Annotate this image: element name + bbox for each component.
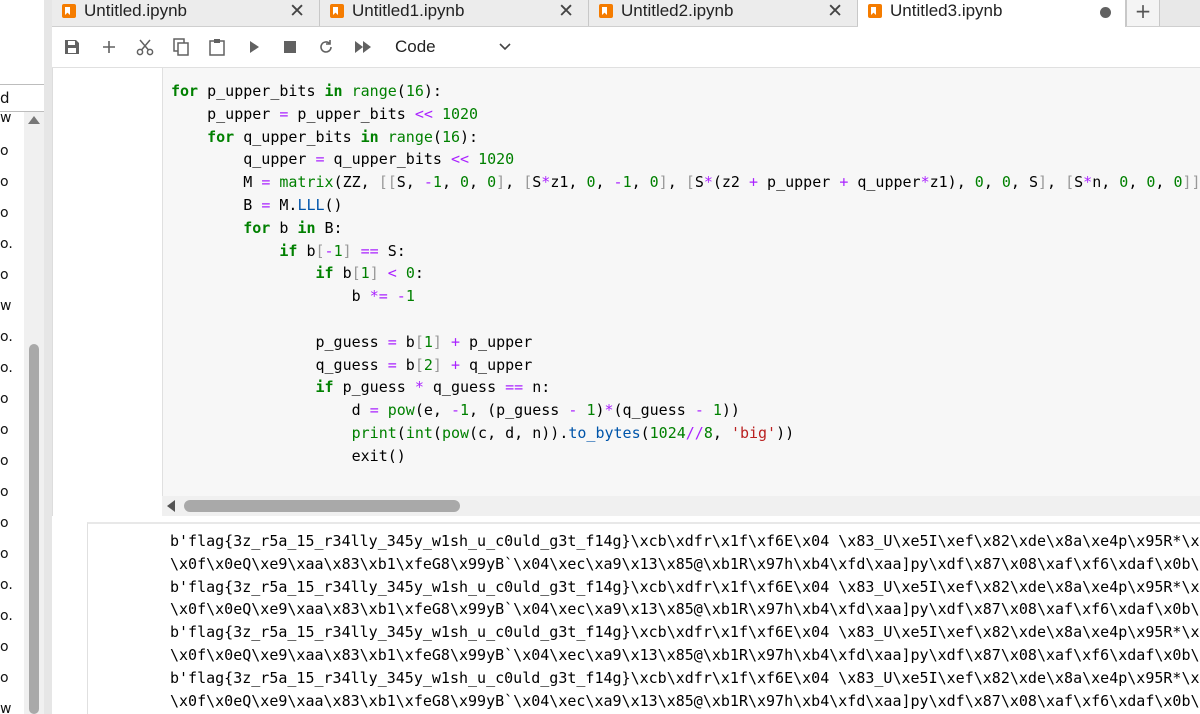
new-tab-button[interactable]: + xyxy=(1126,0,1160,26)
save-button[interactable] xyxy=(60,35,84,59)
cell-output-area: b'flag{3z_r5a_15_r34lly_345y_w1sh_u_c0ul… xyxy=(87,522,1200,714)
tab-label: Untitled.ipynb xyxy=(84,1,188,20)
chevron-down-icon xyxy=(499,43,511,51)
notebook-tab-bar: Untitled.ipynb ✕ Untitled1.ipynb ✕ Untit… xyxy=(52,0,1200,27)
restart-run-all-button[interactable] xyxy=(351,35,375,59)
add-cell-button[interactable] xyxy=(97,35,121,59)
code-line[interactable]: M = matrix(ZZ, [[S, -1, 0, 0], [S*z1, 0,… xyxy=(171,171,1200,194)
code-line[interactable]: d = pow(e, -1, (p_guess - 1)*(q_guess - … xyxy=(171,399,1200,422)
restart-button[interactable] xyxy=(314,35,338,59)
code-line[interactable]: if p_guess * q_guess == n: xyxy=(171,376,1200,399)
close-icon[interactable]: ✕ xyxy=(289,0,305,22)
scroll-up-arrow-icon[interactable] xyxy=(28,116,40,124)
code-line[interactable]: if b[1] < 0: xyxy=(171,262,1200,285)
close-icon[interactable]: ✕ xyxy=(558,0,574,22)
code-line[interactable]: print(int(pow(c, d, n)).to_bytes(1024//8… xyxy=(171,422,1200,445)
scrollbar-thumb[interactable] xyxy=(29,344,39,714)
add-cell-icon xyxy=(103,41,115,53)
close-icon[interactable]: ✕ xyxy=(827,0,843,22)
code-line[interactable]: B = M.LLL() xyxy=(171,194,1200,217)
file-browser-panel: d w o o o o. o w o. o. o o o o o o o. o.… xyxy=(0,0,44,714)
notebook-icon xyxy=(599,4,613,18)
cell-prompt xyxy=(53,68,161,516)
restart-icon xyxy=(320,40,332,53)
scroll-left-arrow-icon[interactable] xyxy=(167,500,175,512)
stop-icon xyxy=(284,41,296,53)
stop-button[interactable] xyxy=(278,35,302,59)
tab-untitled2[interactable]: Untitled2.ipynb ✕ xyxy=(589,0,858,26)
output-line: b'flag{3z_r5a_15_r34lly_345y_w1sh_u_c0ul… xyxy=(170,577,1200,596)
output-text: b'flag{3z_r5a_15_r34lly_345y_w1sh_u_c0ul… xyxy=(170,530,1200,714)
code-editor[interactable]: for p_upper_bits in range(16): p_upper =… xyxy=(162,68,1200,516)
unsaved-dot-icon[interactable] xyxy=(1100,7,1111,18)
output-line: \x0f\x0eQ\xe9\xaa\x83\xb1\xfeG8\x99yB`\x… xyxy=(170,600,1200,619)
tab-label: Untitled3.ipynb xyxy=(890,1,1003,20)
output-line: \x0f\x0eQ\xe9\xaa\x83\xb1\xfeG8\x99yB`\x… xyxy=(170,554,1200,573)
output-line: b'flag{3z_r5a_15_r34lly_345y_w1sh_u_c0ul… xyxy=(170,532,1200,550)
panel-splitter[interactable] xyxy=(44,0,52,714)
notebook-toolbar: Code xyxy=(52,27,1200,68)
file-filter-input[interactable]: d xyxy=(0,84,44,112)
horizontal-scrollbar[interactable] xyxy=(162,496,1200,516)
scrollbar-thumb[interactable] xyxy=(184,500,460,512)
output-line: \x0f\x0eQ\xe9\xaa\x83\xb1\xfeG8\x99yB`\x… xyxy=(170,691,1200,710)
copy-icon xyxy=(173,38,189,56)
code-line[interactable]: for q_upper_bits in range(16): xyxy=(171,126,1200,149)
fast-forward-icon xyxy=(355,41,371,53)
code-line[interactable]: p_upper = p_upper_bits << 1020 xyxy=(171,103,1200,126)
copy-button[interactable] xyxy=(169,35,193,59)
code-line[interactable]: b *= -1 xyxy=(171,285,1200,308)
tab-untitled3[interactable]: Untitled3.ipynb xyxy=(858,0,1126,27)
output-line: \x0f\x0eQ\xe9\xaa\x83\xb1\xfeG8\x99yB`\x… xyxy=(170,645,1200,664)
tab-label: Untitled2.ipynb xyxy=(621,1,734,20)
code-line[interactable]: q_upper = q_upper_bits << 1020 xyxy=(171,148,1200,171)
code-line[interactable] xyxy=(171,308,1200,331)
code-cell[interactable]: for p_upper_bits in range(16): p_upper =… xyxy=(52,68,1200,516)
notebook-icon xyxy=(868,4,882,18)
code-line[interactable]: exit() xyxy=(171,445,1200,468)
run-icon xyxy=(250,41,259,53)
cut-button[interactable] xyxy=(133,35,157,59)
output-line: b'flag{3z_r5a_15_r34lly_345y_w1sh_u_c0ul… xyxy=(170,668,1200,687)
run-button[interactable] xyxy=(242,35,266,59)
paste-button[interactable] xyxy=(205,35,229,59)
tab-untitled[interactable]: Untitled.ipynb ✕ xyxy=(52,0,320,26)
code-line[interactable]: for p_upper_bits in range(16): xyxy=(171,80,1200,103)
code-line[interactable]: p_guess = b[1] + p_upper xyxy=(171,331,1200,354)
paste-icon xyxy=(209,39,225,56)
code-line[interactable]: for b in B: xyxy=(171,217,1200,240)
code-line[interactable]: if b[-1] == S: xyxy=(171,240,1200,263)
notebook-icon xyxy=(330,4,344,18)
cut-icon xyxy=(136,39,154,56)
code-line[interactable]: q_guess = b[2] + q_upper xyxy=(171,354,1200,377)
cell-type-select[interactable]: Code xyxy=(395,35,513,59)
tab-label: Untitled1.ipynb xyxy=(352,1,465,20)
cell-type-value: Code xyxy=(395,37,436,56)
output-line: b'flag{3z_r5a_15_r34lly_345y_w1sh_u_c0ul… xyxy=(170,623,1200,642)
save-icon xyxy=(65,40,79,54)
notebook-panel: for p_upper_bits in range(16): p_upper =… xyxy=(52,68,1200,714)
tab-untitled1[interactable]: Untitled1.ipynb ✕ xyxy=(320,0,589,26)
notebook-icon xyxy=(62,4,76,18)
file-list-scrollbar[interactable] xyxy=(24,112,44,714)
code-text[interactable]: for p_upper_bits in range(16): p_upper =… xyxy=(171,80,1200,468)
